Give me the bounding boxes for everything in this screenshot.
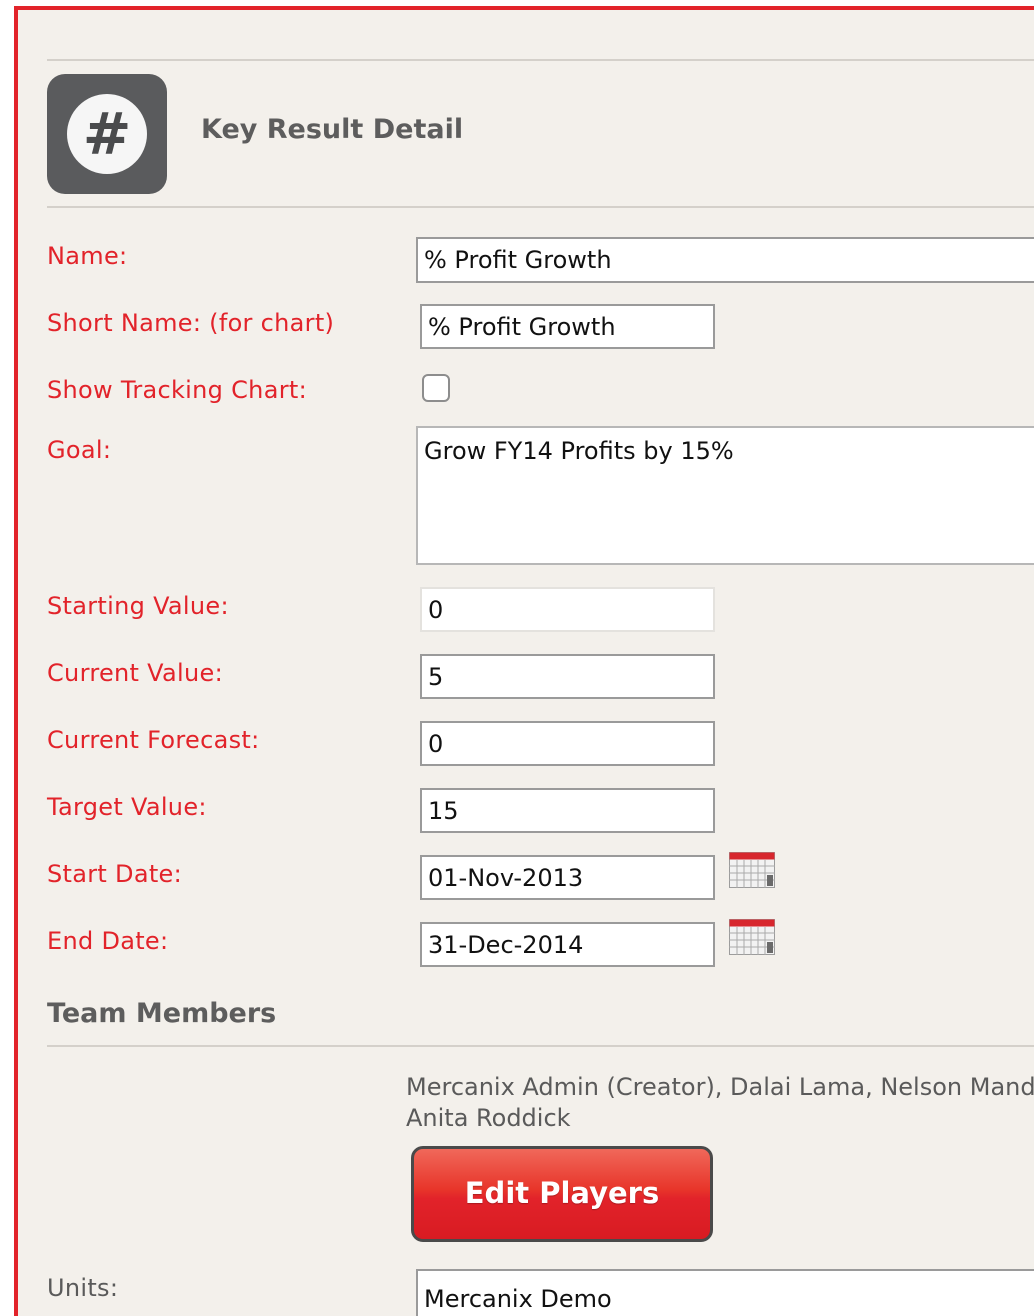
units-label: Units: xyxy=(47,1274,119,1302)
calendar-icon[interactable] xyxy=(729,852,775,888)
goal-label: Goal: xyxy=(47,436,112,464)
target-value-label: Target Value: xyxy=(47,793,207,821)
show-tracking-chart-label: Show Tracking Chart: xyxy=(47,376,307,404)
goal-textarea[interactable]: Grow FY14 Profits by 15% xyxy=(416,426,1034,565)
start-date-label: Start Date: xyxy=(47,860,183,888)
end-date-label: End Date: xyxy=(47,927,169,955)
short-name-label: Short Name: (for chart) xyxy=(47,309,335,337)
target-value-input[interactable] xyxy=(420,788,715,833)
show-tracking-chart-checkbox[interactable] xyxy=(422,374,450,402)
team-members-line: Anita Roddick xyxy=(406,1104,571,1132)
name-input[interactable] xyxy=(416,237,1034,283)
starting-value-input xyxy=(420,587,715,632)
start-date-input[interactable] xyxy=(420,855,715,900)
team-divider xyxy=(47,1045,1034,1047)
current-forecast-label: Current Forecast: xyxy=(47,726,260,754)
header-divider xyxy=(47,206,1034,208)
current-forecast-input[interactable] xyxy=(420,721,715,766)
end-date-input[interactable] xyxy=(420,922,715,967)
team-members-heading: Team Members xyxy=(47,998,277,1029)
key-result-logo: # xyxy=(47,74,167,194)
hashtag-icon: # xyxy=(67,94,147,174)
calendar-icon[interactable] xyxy=(729,919,775,955)
short-name-input[interactable] xyxy=(420,304,715,349)
team-members-line: Mercanix Admin (Creator), Dalai Lama, Ne… xyxy=(406,1073,1034,1101)
current-value-label: Current Value: xyxy=(47,659,223,687)
current-value-input[interactable] xyxy=(420,654,715,699)
units-input[interactable] xyxy=(416,1269,1034,1316)
team-members-list: Mercanix Admin (Creator), Dalai Lama, Ne… xyxy=(406,1072,1034,1134)
page-title: Key Result Detail xyxy=(201,114,464,145)
name-label: Name: xyxy=(47,242,128,270)
page-frame: # Key Result Detail Name: Short Name: (f… xyxy=(0,0,1034,1316)
top-divider xyxy=(47,59,1034,61)
edit-players-button[interactable]: Edit Players xyxy=(411,1146,713,1242)
starting-value-label: Starting Value: xyxy=(47,592,229,620)
